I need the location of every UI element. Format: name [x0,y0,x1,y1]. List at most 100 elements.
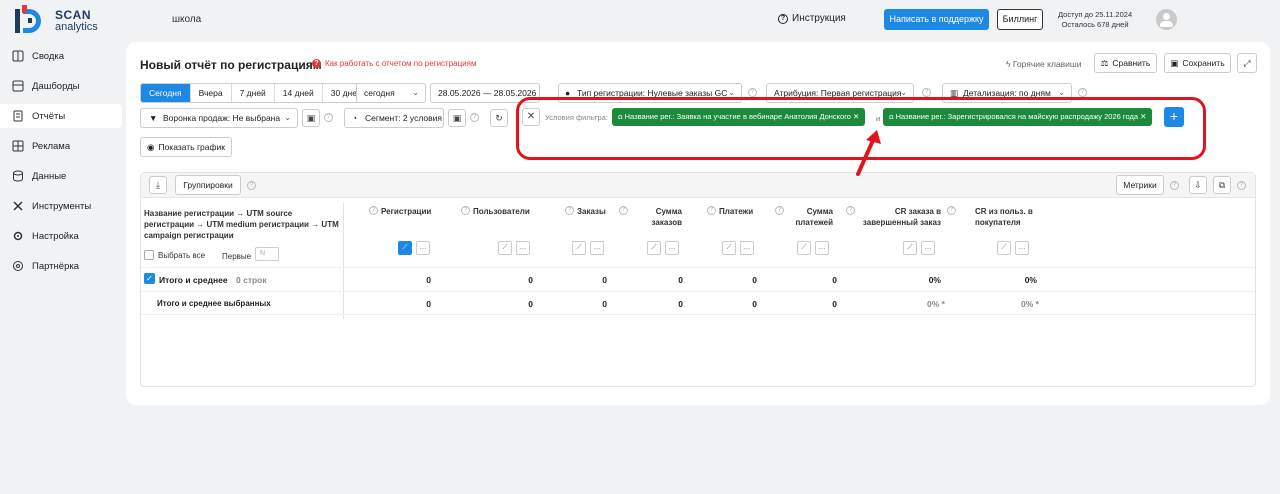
copy-button[interactable]: ⧉ [1213,176,1231,194]
info-icon[interactable]: ? [324,113,333,122]
chart-line-icon[interactable]: ⟋ [647,241,661,255]
info-icon[interactable]: ? [1078,88,1087,97]
column-header-order-sum[interactable]: Сумма заказов [637,206,682,228]
table-toolbar: ⤓ Группировки ? Метрики ? ⇩ ⧉ ? [141,173,1255,198]
chart-line-icon[interactable]: ⟋ [903,241,917,255]
selected-cr-order: 0% * [927,299,945,309]
column-header-cr-order[interactable]: CR заказа в завершенный заказ [853,206,941,228]
database-icon [13,170,23,182]
chart-line-icon[interactable]: ⟋ [997,241,1011,255]
select-all-checkbox[interactable] [144,250,154,260]
more-icon[interactable]: … [815,241,829,255]
more-icon[interactable]: … [1015,241,1029,255]
annotation-arrow-icon [856,130,881,176]
segment-select[interactable]: ◔ Сегмент: 2 условия [344,108,444,128]
logo[interactable]: SCAN analytics [12,4,107,36]
more-icon[interactable]: … [416,241,430,255]
sidebar-item-summary[interactable]: Сводка [0,44,122,68]
total-checkbox[interactable]: ✓ [144,273,155,284]
sidebar-item-label: Отчёты [32,110,66,122]
more-icon[interactable]: … [665,241,679,255]
info-icon[interactable]: ? [1237,181,1246,190]
eye-icon: ◉ [147,141,155,152]
sidebar-item-tools[interactable]: Инструменты [0,194,122,218]
download-button[interactable]: ⤓ [149,176,167,194]
chart-line-icon[interactable]: ⟋ [398,241,412,255]
compare-button[interactable]: ⚖ Сравнить [1094,53,1157,73]
column-header-users[interactable]: Пользователи [473,206,530,217]
select-all[interactable]: Выбрать все [144,250,205,260]
info-icon[interactable]: ? [922,88,931,97]
info-icon[interactable]: ? [470,113,479,122]
metrics-button[interactable]: Метрики [1116,175,1164,195]
column-tools: ⟋… [498,241,530,255]
billing-button[interactable]: Биллинг [997,9,1043,30]
tab-today[interactable]: Сегодня [141,84,191,102]
project-name[interactable]: школа [172,14,201,25]
sidebar-item-label: Дашборды [32,80,80,92]
column-header-orders[interactable]: Заказы [577,206,606,217]
info-icon[interactable]: ? [947,206,956,215]
save-button[interactable]: ▣ Сохранить [1164,53,1231,73]
info-icon[interactable]: ? [707,206,716,215]
first-column-header[interactable]: Название регистрации → UTM source регист… [144,208,339,241]
info-icon[interactable]: ? [461,206,470,215]
column-header-cr-user[interactable]: CR из польз. в покупателя [975,206,1047,228]
avatar[interactable] [1156,9,1177,30]
column-header-registrations[interactable]: Регистрации [381,206,431,217]
hotkeys-link[interactable]: ϟ Горячие клавиши [1006,59,1081,69]
export-button[interactable]: ⇩ [1189,176,1207,194]
first-n-input[interactable]: N [255,247,279,261]
sidebar-item-dashboards[interactable]: Дашборды [0,74,122,98]
chart-line-icon[interactable]: ⟋ [572,241,586,255]
show-chart-button[interactable]: ◉ Показать график [140,137,232,157]
info-icon[interactable]: ? [565,206,574,215]
selected-label: Итого и среднее выбранных [157,299,271,308]
more-icon[interactable]: … [921,241,935,255]
sidebar-item-data[interactable]: Данные [0,164,122,188]
chart-line-icon[interactable]: ⟋ [722,241,736,255]
period-select[interactable]: сегодня ⌄ [356,83,426,103]
sidebar-item-ads[interactable]: Реклама [0,134,122,158]
column-header-payment-sum[interactable]: Сумма платежей [789,206,833,228]
funnel-select[interactable]: ▼ Воронка продаж: Не выбрана ⌄ [140,108,298,128]
sidebar-item-partners[interactable]: Партнёрка [0,254,122,278]
info-icon[interactable]: ? [1170,181,1179,190]
tab-14-days[interactable]: 14 дней [275,84,323,102]
more-icon[interactable]: … [740,241,754,255]
more-icon[interactable]: … [516,241,530,255]
page-title: Новый отчёт по регистрациям [140,58,322,72]
chart-line-icon[interactable]: ⟋ [498,241,512,255]
info-icon[interactable]: ? [247,181,256,190]
funnel-icon: ▼ [149,113,158,123]
access-until: Доступ до 25.11.2024 [1058,10,1133,19]
info-icon[interactable]: ? [369,206,378,215]
period-tabs: Сегодня Вчера 7 дней 14 дней 30 дней [140,83,371,103]
funnel-save-button[interactable]: ▣ [302,109,320,127]
fullscreen-button[interactable]: ⤢ [1237,53,1257,73]
access-info: Доступ до 25.11.2024 Осталось 678 дней [1058,10,1132,30]
save-label: Сохранить [1182,58,1225,68]
download-icon: ⤓ [156,180,160,190]
support-button[interactable]: Написать в поддержку [884,9,989,30]
tab-yesterday[interactable]: Вчера [191,84,232,102]
column-header-payments[interactable]: Платежи [719,206,753,217]
grouping-button[interactable]: Группировки [175,175,241,195]
total-cr-user: 0% [1024,275,1037,285]
help-link[interactable]: ? Как работать с отчетом по регистрациям [312,59,476,68]
info-icon[interactable]: ? [748,88,757,97]
instruction-link[interactable]: ? Инструкция [778,13,846,24]
tools-icon [13,201,23,211]
info-icon[interactable]: ? [775,206,784,215]
info-icon[interactable]: ? [619,206,628,215]
save-icon: ▣ [452,113,462,123]
copy-icon: ⧉ [1218,180,1226,190]
more-icon[interactable]: … [590,241,604,255]
sidebar-item-settings[interactable]: Настройка [0,224,122,248]
sidebar-item-reports[interactable]: Отчёты [0,104,122,128]
logo-text-scan: SCAN [55,8,92,22]
tab-7-days[interactable]: 7 дней [232,84,275,102]
segment-save-button[interactable]: ▣ [448,109,466,127]
refresh-button[interactable]: ↻ [490,109,508,127]
chart-line-icon[interactable]: ⟋ [797,241,811,255]
